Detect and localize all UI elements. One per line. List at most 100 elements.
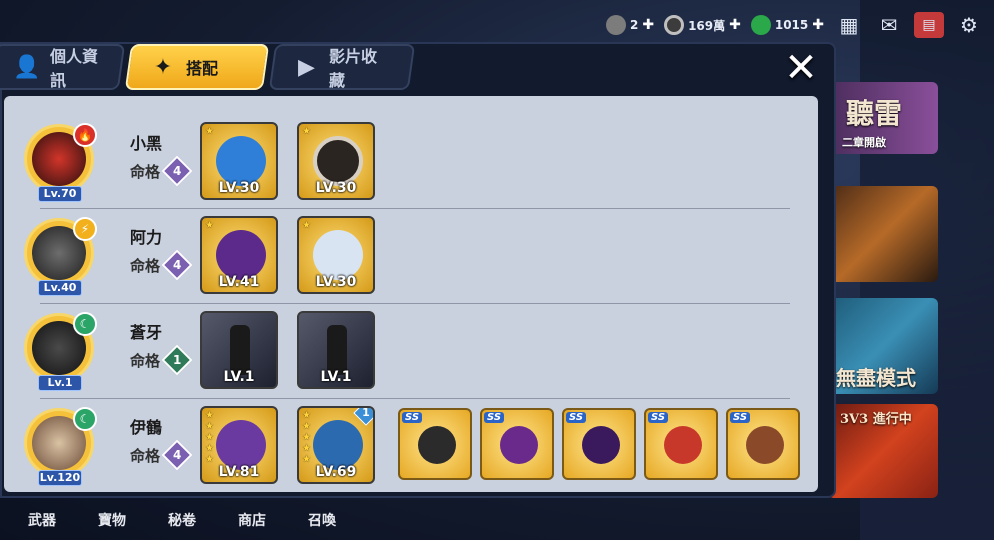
ticket-icon [605,15,626,35]
wind-element-icon: ☾ [73,407,97,431]
ss-scroll-slot[interactable]: SS [726,408,800,480]
scroll-icon [500,426,538,464]
ss-scroll-slot[interactable]: SS [644,408,718,480]
tab-label: 影片收藏 [328,47,377,90]
fate-badge: 1 [161,344,193,376]
calendar-icon[interactable]: ▦ [834,12,864,38]
shuriken-icon: ✦ [153,54,173,80]
character-row: ☾ Lv.1 蒼牙 命格 1 LV.1 LV.1 [4,305,818,399]
ss-scroll-slot[interactable]: SS [398,408,472,480]
banner-title: 3V3 進行中 [840,412,912,427]
gear-icon[interactable]: ⚙ [954,12,984,38]
ss-tag: SS [402,412,423,423]
wind-element-icon: ☾ [73,312,97,336]
weapon-slot[interactable]: ★ ★ ★ ★ ★ LV.81 [200,406,278,484]
bottom-nav: 武器 寶物 秘卷 商店 召喚 [0,500,994,540]
add-icon[interactable]: ✚ [642,17,654,33]
event-banner-thunder[interactable]: 聽雷 二章開啟 [828,82,938,154]
banner-title: 聽雷 [846,97,903,130]
star-rating: ★ [205,220,214,231]
resource-coins[interactable]: 169萬 ✚ [664,15,741,35]
level-badge: Lv.70 [38,186,82,202]
dagger-icon [327,325,347,375]
fate-value: 4 [172,163,182,178]
treasure-slot[interactable]: LV.1 [297,311,375,389]
resource-tickets-value: 2 [629,18,639,32]
fate-badge: 4 [161,439,193,471]
resource-gems-value: 1015 [774,18,809,32]
weapon-slot[interactable]: LV.1 [200,311,278,389]
banner-title: 無盡模式 [836,366,916,390]
avatar[interactable]: ☾ [24,312,97,383]
scroll-icon [664,426,702,464]
shop-icon[interactable]: ▤ [914,12,944,38]
fate-text: 命格 [130,256,161,275]
add-icon[interactable]: ✚ [812,17,824,33]
ss-tag: SS [484,412,505,423]
mail-icon[interactable]: ✉ [874,12,904,38]
endless-mode-banner[interactable]: 無盡模式 [828,298,938,394]
row-divider [40,303,790,304]
character-row: 🔥 Lv.70 小黑 命格 4 ★ LV.30 ★ LV.30 [4,116,818,210]
3v3-banner[interactable]: 3V3 進行中 [828,404,938,498]
add-icon[interactable]: ✚ [729,17,741,33]
close-button[interactable]: ✕ [778,45,824,91]
ss-tag: SS [730,412,751,423]
avatar[interactable]: ⚡ [24,217,97,288]
scythe-icon [216,230,266,280]
resource-tickets[interactable]: 2 ✚ [605,15,654,35]
star-rating: ★ [302,220,311,231]
ss-scroll-slot[interactable]: SS [480,408,554,480]
nav-weapons[interactable]: 武器 [28,510,98,530]
character-name: 阿力 [130,228,163,247]
item-level: LV.30 [315,274,357,290]
tab-label: 搭配 [186,59,219,78]
tab-profile[interactable]: 👤 個人資訊 [0,44,126,90]
tab-label: 個人資訊 [50,47,99,90]
nav-summon[interactable]: 召喚 [308,510,378,530]
scroll-icon [746,426,784,464]
treasure-slot[interactable]: ★ ★ ★ ★ ★ 1 LV.69 [297,406,375,484]
gem-icon [750,15,771,35]
tab-loadout[interactable]: ✦ 搭配 [124,44,270,90]
panel-tabs: 👤 個人資訊 ✦ 搭配 ▶ 影片收藏 [0,44,416,92]
resource-coins-value: 169萬 [688,18,726,33]
spear-icon [313,420,363,470]
treasure-icon [313,136,363,186]
nav-treasure[interactable]: 寶物 [98,510,168,530]
nav-shop[interactable]: 商店 [238,510,308,530]
treasure-slot[interactable]: ★ LV.30 [297,216,375,294]
fate-value: 4 [172,447,182,462]
blade-icon [216,420,266,470]
weapon-slot[interactable]: ★ LV.41 [200,216,278,294]
row-divider [40,208,790,209]
nav-scroll[interactable]: 秘卷 [168,510,238,530]
event-banner-2[interactable] [828,186,938,282]
tab-videos[interactable]: ▶ 影片收藏 [268,44,416,90]
ss-scroll-slot[interactable]: SS [562,408,636,480]
scroll-icon [418,426,456,464]
weapon-slot[interactable]: ★ LV.30 [200,122,278,200]
character-name: 蒼牙 [130,323,163,342]
level-badge: Lv.1 [38,375,82,391]
item-level: LV.41 [218,274,260,290]
fate-text: 命格 [130,446,161,465]
treasure-slot[interactable]: ★ LV.30 [297,122,375,200]
upgrade-badge: 1 [353,408,373,426]
avatar[interactable]: ☾ [24,407,97,478]
fate-label: 命格 4 [130,155,193,187]
avatar[interactable]: 🔥 [24,123,97,194]
weapon-icon [216,136,266,186]
top-resource-bar: 2 ✚ 169萬 ✚ 1015 ✚ ▦ ✉ ▤ ⚙ [605,12,984,38]
character-name: 伊鶴 [130,418,163,437]
star-rating: ★ [205,126,214,137]
fate-label: 命格 4 [130,249,193,281]
star-rating: ★ [302,126,311,137]
ss-tag: SS [648,412,669,423]
fate-badge: 4 [161,249,193,281]
close-icon: ✕ [784,45,818,91]
resource-gems[interactable]: 1015 ✚ [750,15,824,35]
coin-icon [664,15,685,35]
item-level: LV.1 [223,369,255,385]
ss-tag: SS [566,412,587,423]
